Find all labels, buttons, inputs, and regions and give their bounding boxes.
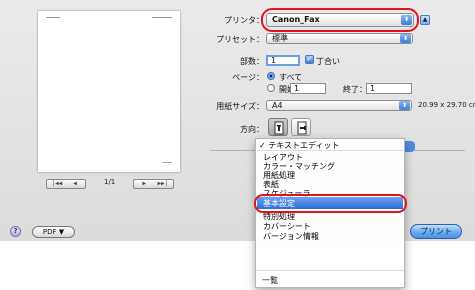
pages-from-field[interactable]: 1 — [290, 83, 326, 94]
printer-highlight-ring — [261, 8, 419, 32]
popup-arrows-icon: ⬍ — [400, 34, 411, 43]
previous-page-icon[interactable]: ◀ — [66, 180, 84, 188]
next-page-icon[interactable]: ▶ — [135, 180, 154, 188]
copies-field[interactable]: 1 — [266, 55, 300, 66]
portrait-orientation-button[interactable] — [268, 118, 288, 136]
print-button[interactable]: プリント — [410, 224, 462, 239]
page-indicator: 1/1 — [104, 178, 116, 186]
preset-label: プリセット： — [216, 35, 264, 44]
preset-popup[interactable]: 標準 ⬍ — [266, 33, 413, 44]
portrait-icon — [274, 121, 284, 135]
landscape-icon — [297, 121, 307, 135]
menu-separator — [256, 270, 404, 271]
preview-header-right — [152, 17, 172, 18]
preview-header-left — [46, 17, 60, 18]
collate-checkbox[interactable]: ✓ — [305, 55, 314, 64]
paper-size-label: 用紙サイズ： — [216, 102, 264, 111]
collate-label: 丁合い — [316, 57, 340, 66]
print-preview-page — [38, 11, 180, 172]
landscape-orientation-button[interactable] — [291, 118, 311, 136]
menu-item-version-info[interactable]: バージョン情報 — [263, 231, 319, 242]
pages-to-label: 終了： — [343, 85, 367, 94]
pdf-menu-button[interactable]: PDF ▼ — [32, 226, 75, 238]
copies-label: 部数： — [240, 57, 264, 66]
menu-item-list[interactable]: 一覧 — [262, 275, 278, 286]
popup-arrows-icon: ⬍ — [399, 101, 410, 110]
triangle-up-icon[interactable]: ▲ — [420, 15, 430, 25]
preview-footer — [162, 162, 172, 163]
pages-label: ページ： — [232, 73, 264, 82]
paper-size-popup[interactable]: A4 ⬍ — [266, 100, 412, 111]
printer-label: プリンタ： — [224, 16, 264, 25]
last-page-icon[interactable]: ▶▶| — [154, 180, 173, 188]
basic-settings-highlight-ring — [254, 194, 407, 213]
menu-popup-tail — [405, 141, 415, 152]
paper-dimensions: 20.99 x 29.70 cm — [418, 101, 475, 109]
help-button[interactable]: ? — [10, 226, 21, 237]
preview-forward-buttons[interactable]: ▶ ▶▶| — [133, 179, 174, 189]
first-page-icon[interactable]: |◀◀ — [48, 180, 66, 188]
pages-all-label: すべて — [279, 73, 303, 82]
pages-to-field[interactable]: 1 — [366, 83, 412, 94]
orientation-label: 方向： — [240, 125, 264, 134]
pages-range-radio[interactable] — [267, 84, 275, 92]
pages-all-radio[interactable] — [267, 72, 275, 80]
menu-separator — [257, 150, 403, 151]
paper-size-value: A4 — [272, 101, 283, 110]
preview-back-buttons[interactable]: |◀◀ ◀ — [46, 179, 86, 189]
preset-value: 標準 — [272, 34, 288, 43]
panel-popup-menu: ✓ テキストエディット レイアウト カラー・マッチング 用紙処理 表紙 スケジュ… — [255, 138, 405, 288]
